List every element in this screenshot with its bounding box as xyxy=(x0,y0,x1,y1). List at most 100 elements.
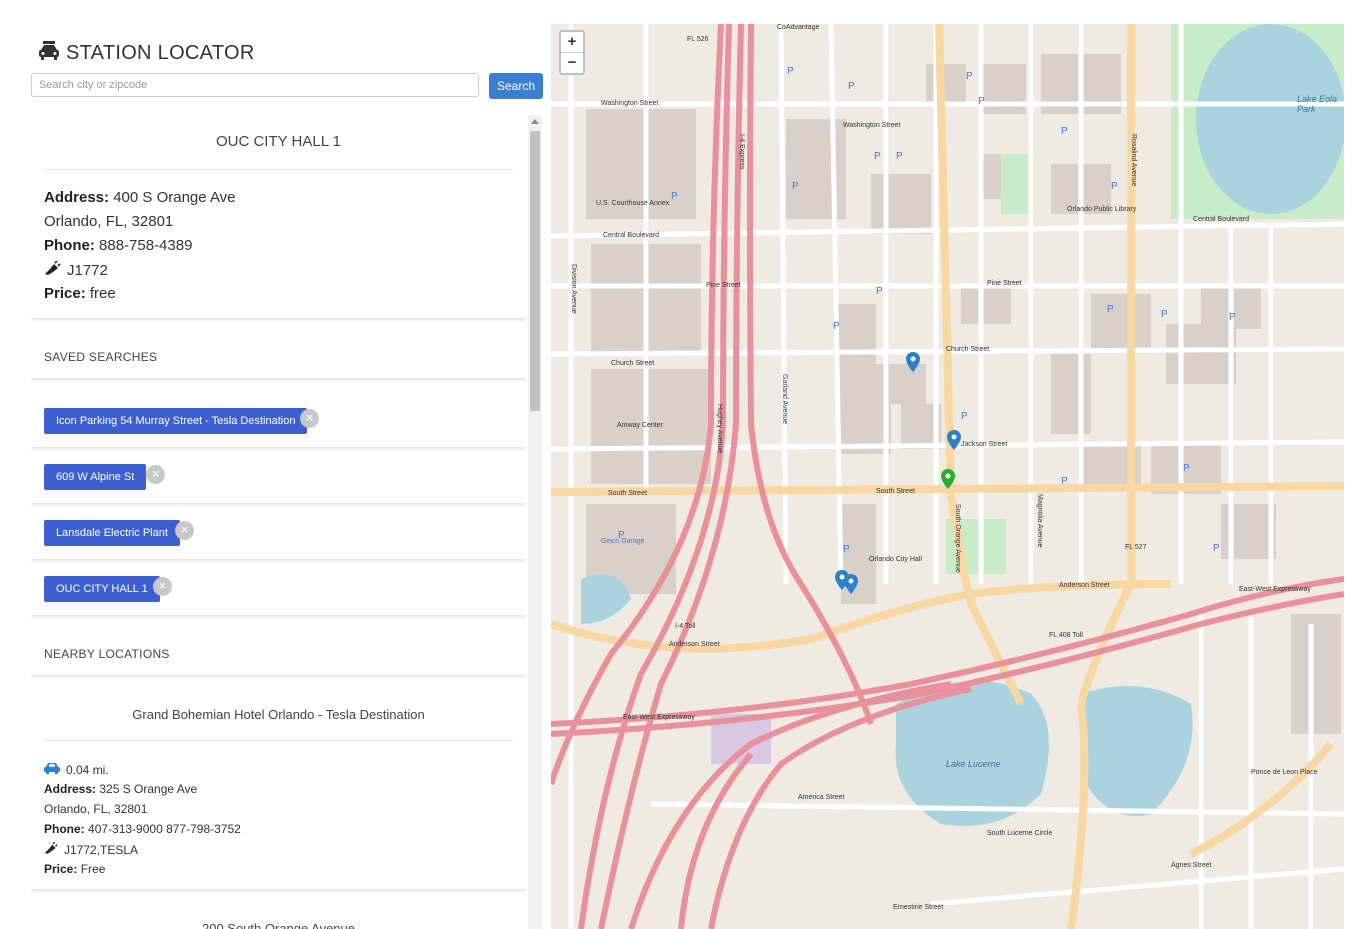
app-title-text: STATION LOCATOR xyxy=(66,41,255,64)
svg-text:P: P xyxy=(966,71,973,82)
poi-label: Orlando City Hall xyxy=(869,556,922,563)
nearby-connectors: J1772,TESLA xyxy=(44,841,138,857)
station-phone: Phone: 888-758-4389 xyxy=(44,237,193,254)
saved-search-button[interactable]: OUC CITY HALL 1 xyxy=(44,576,160,602)
street-label: Anderson Street xyxy=(1059,582,1110,589)
svg-text:P: P xyxy=(1111,181,1118,192)
svg-text:P: P xyxy=(787,66,794,77)
highway-label: I-4 Toll xyxy=(675,623,696,630)
station-connectors: J1772 xyxy=(44,260,108,279)
selected-station-marker-icon[interactable] xyxy=(941,469,955,489)
nearby-phone: Phone: 407-313-9000 877-798-3752 xyxy=(44,822,241,836)
map[interactable]: PPP PPP PPP PPP PPP PPP PPP Washington S… xyxy=(551,24,1344,929)
highway-label: FL 526 xyxy=(687,36,709,43)
street-label: Anderson Street xyxy=(669,641,720,648)
highway-label: FL 527 xyxy=(1125,544,1147,551)
street-label: Ponce de Leon Place xyxy=(1251,769,1318,776)
car-icon xyxy=(38,40,60,66)
svg-text:P: P xyxy=(978,96,985,107)
svg-text:P: P xyxy=(1183,463,1190,474)
poi-label: CoAdvantage xyxy=(777,24,820,31)
street-label: South Orange Avenue xyxy=(954,504,961,573)
saved-search-item: 609 W Alpine St × xyxy=(31,451,526,503)
remove-icon[interactable]: × xyxy=(146,465,165,484)
street-label: Central Boulevard xyxy=(603,232,660,239)
divider xyxy=(44,740,513,741)
list-scrollbar[interactable] xyxy=(528,115,542,929)
station-marker-icon[interactable] xyxy=(906,352,920,372)
street-label: East-West Expressway xyxy=(623,714,695,721)
search-button[interactable]: Search xyxy=(489,73,543,99)
scroll-up-icon[interactable] xyxy=(531,119,539,124)
svg-text:P: P xyxy=(1213,543,1220,554)
saved-searches-header: SAVED SEARCHES xyxy=(31,334,526,378)
street-label: Pine Street xyxy=(987,280,1022,287)
street-label: Rosalind Avenue xyxy=(1130,134,1137,187)
street-label: Church Street xyxy=(946,346,990,353)
highway-label: I-4 Express xyxy=(738,134,745,170)
scrollbar-thumb[interactable] xyxy=(530,131,540,411)
highway-label: FL 408 Toll xyxy=(1049,632,1083,639)
street-label: Ernestine Street xyxy=(893,904,944,911)
svg-text:P: P xyxy=(1061,476,1068,487)
poi-label: Amway Center xyxy=(617,422,663,429)
svg-text:P: P xyxy=(792,181,799,192)
station-marker-icon[interactable] xyxy=(947,430,961,450)
remove-icon[interactable]: × xyxy=(175,521,194,540)
nearby-location-name: Grand Bohemian Hotel Orlando - Tesla Des… xyxy=(132,707,425,722)
sidebar: STATION LOCATOR Search city or zipcode S… xyxy=(0,0,548,929)
svg-text:P: P xyxy=(833,321,840,332)
street-label: South Lucerne Circle xyxy=(987,830,1053,837)
street-label: East-West Expressway xyxy=(1239,586,1311,593)
nearby-location-card[interactable]: 200 South Orange Avenue xyxy=(31,905,526,929)
saved-search-button[interactable]: Icon Parking 54 Murray Street - Tesla De… xyxy=(44,408,308,434)
station-marker-icon[interactable] xyxy=(844,574,858,594)
remove-icon[interactable]: × xyxy=(153,577,172,596)
street-label: Washington Street xyxy=(843,122,901,129)
street-label: America Street xyxy=(798,794,845,801)
poi-label: Geico Garage xyxy=(601,538,645,545)
lake-label: Lake Lucerne xyxy=(946,759,1001,769)
street-label: South Street xyxy=(876,488,915,495)
svg-text:P: P xyxy=(1107,304,1114,315)
street-label: Magnolia Avenue xyxy=(1036,494,1043,548)
street-label: Central Boulevard xyxy=(1193,216,1250,223)
results-list[interactable]: OUC CITY HALL 1 Address: 400 S Orange Av… xyxy=(31,115,526,929)
nearby-distance: 0.04 mi. xyxy=(44,762,109,777)
poi-label: U.S. Courthouse Annex xyxy=(596,200,670,207)
saved-search-item: Lansdale Electric Plant × xyxy=(31,507,526,559)
saved-search-item: OUC CITY HALL 1 × xyxy=(31,563,526,615)
station-address: Address: 400 S Orange Ave xyxy=(44,189,236,206)
plug-icon xyxy=(44,841,58,857)
street-label: Garland Avenue xyxy=(781,374,788,425)
svg-text:P: P xyxy=(896,151,903,162)
svg-text:P: P xyxy=(848,81,855,92)
remove-icon[interactable]: × xyxy=(300,409,319,428)
svg-text:P: P xyxy=(843,544,850,555)
svg-text:P: P xyxy=(1161,309,1168,320)
saved-search-item: Icon Parking 54 Murray Street - Tesla De… xyxy=(31,395,526,447)
saved-search-button[interactable]: 609 W Alpine St xyxy=(44,464,147,490)
nearby-address: Address: 325 S Orange Ave xyxy=(44,782,198,796)
zoom-control: + − xyxy=(559,30,585,75)
station-name: OUC CITY HALL 1 xyxy=(215,133,342,150)
svg-text:P: P xyxy=(876,286,883,297)
svg-text:P: P xyxy=(1229,312,1236,323)
street-label: South Street xyxy=(608,490,647,497)
station-city: Orlando, FL, 32801 xyxy=(44,213,174,230)
zoom-in-button[interactable]: + xyxy=(561,32,583,52)
app-title: STATION LOCATOR xyxy=(38,40,255,66)
divider xyxy=(44,169,513,170)
nearby-location-name: 200 South Orange Avenue xyxy=(202,921,355,929)
poi-label: Orlando Public Library xyxy=(1067,206,1137,213)
street-label: Jackson Street xyxy=(961,441,1008,448)
saved-search-button[interactable]: Lansdale Electric Plant xyxy=(44,520,180,546)
street-label: Agnes Street xyxy=(1171,862,1212,869)
zoom-out-button[interactable]: − xyxy=(561,52,583,73)
search-input[interactable]: Search city or zipcode xyxy=(31,73,479,97)
nearby-location-card[interactable]: Grand Bohemian Hotel Orlando - Tesla Des… xyxy=(31,691,526,889)
street-label: Washington Street xyxy=(601,100,659,107)
nearby-city: Orlando, FL, 32801 xyxy=(44,802,148,816)
street-label: Church Street xyxy=(611,360,655,367)
svg-text:P: P xyxy=(671,191,678,202)
